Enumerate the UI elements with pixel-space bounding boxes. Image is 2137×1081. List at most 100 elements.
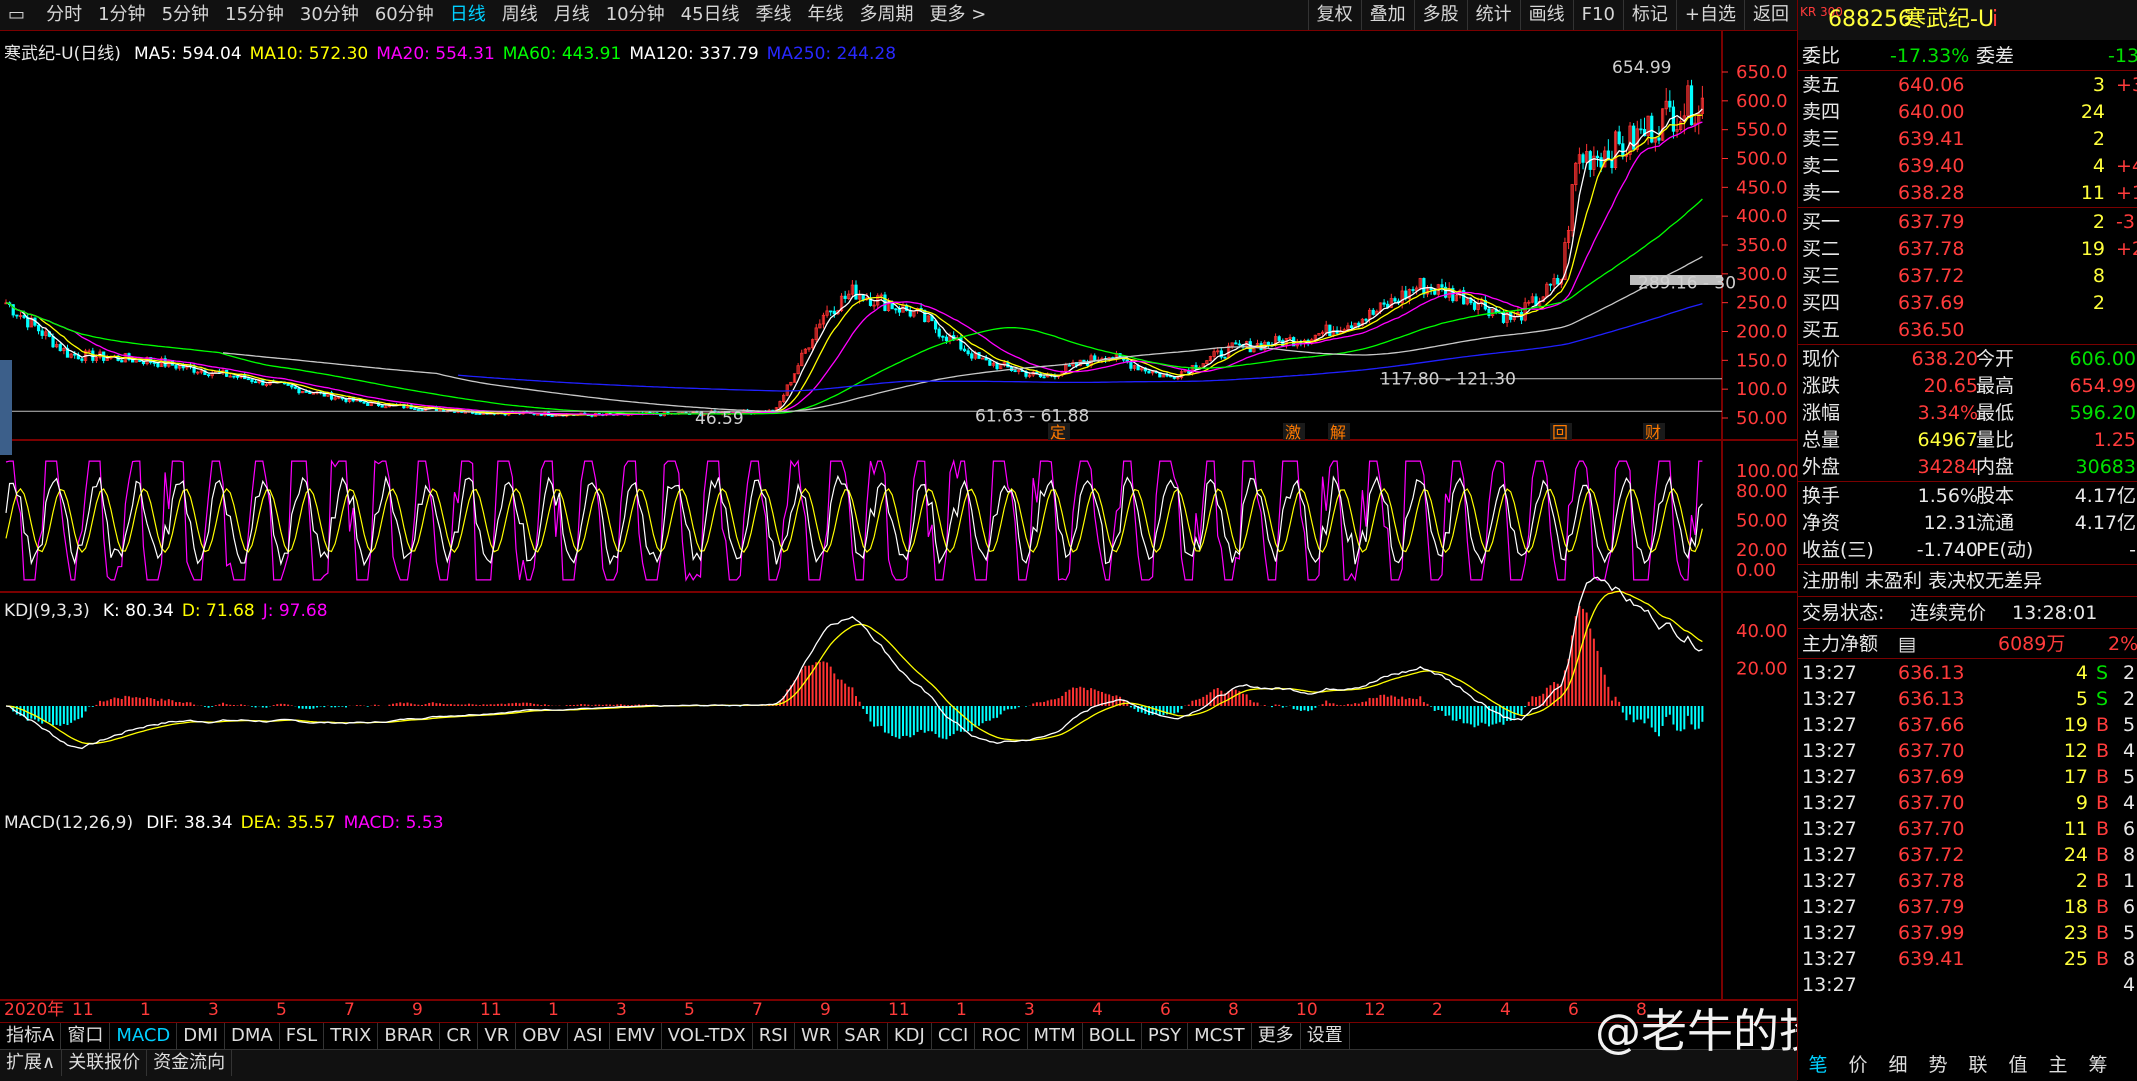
- quote-tab[interactable]: 值: [1998, 1050, 2038, 1080]
- indicator-tab[interactable]: ROC: [975, 1023, 1028, 1049]
- left-scroll-handle[interactable]: [0, 360, 12, 455]
- info-icon[interactable]: i: [1992, 6, 1998, 33]
- quote-tab[interactable]: 主: [2038, 1050, 2078, 1080]
- indicator-tab[interactable]: MACD: [110, 1023, 178, 1049]
- indicator-tab[interactable]: FSL: [280, 1023, 325, 1049]
- weidiff-value: -13: [2108, 45, 2137, 67]
- toolbar-button[interactable]: 多股: [1413, 0, 1467, 30]
- tick-time: 13:27: [1802, 870, 1857, 892]
- indicator-tab[interactable]: TRIX: [324, 1023, 379, 1049]
- toolbar-button[interactable]: +自选: [1675, 0, 1744, 30]
- event-marker[interactable]: 解: [1330, 423, 1346, 442]
- indicator-tab[interactable]: OBV: [516, 1023, 568, 1049]
- stat-value: 596.20: [2069, 402, 2136, 424]
- period-tab[interactable]: 10分钟: [598, 0, 673, 30]
- candle-body: [1223, 356, 1227, 359]
- price-annotation: 46.59: [695, 409, 744, 429]
- indicator-tab[interactable]: MCST: [1188, 1023, 1252, 1049]
- stock-name: 寒武纪-U: [1904, 7, 1995, 32]
- indicator-tab[interactable]: CCI: [932, 1023, 976, 1049]
- indicator-tab[interactable]: VR: [478, 1023, 517, 1049]
- period-tab[interactable]: 月线: [546, 0, 598, 30]
- period-tab[interactable]: 60分钟: [367, 0, 442, 30]
- candle-body: [246, 378, 250, 381]
- date-tick-label: 5: [276, 1000, 287, 1020]
- period-tab[interactable]: 更多 >: [922, 0, 995, 30]
- indicator-value: J: 97.68: [262, 601, 328, 621]
- quote-row: 13:27 639.41 25 B 8: [1798, 946, 2137, 972]
- period-tab[interactable]: 30分钟: [292, 0, 367, 30]
- toolbar-button[interactable]: 统计: [1466, 0, 1520, 30]
- quote-tab[interactable]: 筹: [2078, 1050, 2118, 1080]
- indicator-tab[interactable]: DMI: [177, 1023, 225, 1049]
- toolbar-button[interactable]: 画线: [1519, 0, 1573, 30]
- chart-area[interactable]: 650.0 600.0 550.0 500.0 450.0 400.0 350.0 300.0…: [0, 30, 1797, 1022]
- tick-time: 13:27: [1802, 818, 1857, 840]
- period-tab[interactable]: 5分钟: [154, 0, 217, 30]
- tick-time: 13:27: [1802, 792, 1857, 814]
- toolbar-button[interactable]: 返回: [1744, 0, 1797, 30]
- indicator-tab[interactable]: MTM: [1028, 1023, 1083, 1049]
- period-tab[interactable]: 周线: [494, 0, 546, 30]
- stat-value: 30683: [2075, 456, 2136, 478]
- indicator-tab[interactable]: DMA: [225, 1023, 280, 1049]
- period-tab[interactable]: 年线: [800, 0, 852, 30]
- event-marker[interactable]: 激: [1285, 423, 1301, 442]
- extension-tab[interactable]: 扩展∧: [0, 1050, 63, 1076]
- indicator-tab[interactable]: 指标A: [0, 1023, 62, 1049]
- quote-tab[interactable]: 细: [1878, 1050, 1918, 1080]
- extension-tab[interactable]: 资金流向: [147, 1050, 233, 1076]
- period-tab[interactable]: 季线: [748, 0, 800, 30]
- quote-tab[interactable]: 势: [1918, 1050, 1958, 1080]
- indicator-tab[interactable]: 更多: [1252, 1023, 1301, 1049]
- quote-tab[interactable]: 笔: [1798, 1050, 1838, 1080]
- tick-count: 4: [2123, 974, 2136, 996]
- quote-tab[interactable]: 联: [1958, 1050, 1998, 1080]
- period-tab[interactable]: 1分钟: [90, 0, 153, 30]
- indicator-tab[interactable]: 设置: [1301, 1023, 1350, 1049]
- macd-tick-label: 20.00: [1736, 659, 1788, 680]
- indicator-tab[interactable]: PSY: [1142, 1023, 1189, 1049]
- indicator-value: MA5: 594.04: [133, 44, 242, 64]
- quote-row: 买三 637.72 8: [1798, 263, 2137, 290]
- stat-label: 流通: [1976, 512, 2015, 534]
- ask-price: 640.00: [1898, 101, 1965, 123]
- event-marker[interactable]: 财: [1645, 423, 1661, 442]
- date-tick-label: 9: [820, 1000, 831, 1020]
- candle-body: [80, 358, 84, 361]
- event-marker[interactable]: 定: [1050, 423, 1066, 442]
- candle-body: [297, 387, 301, 394]
- event-marker[interactable]: 回: [1552, 423, 1568, 442]
- period-tab[interactable]: 15分钟: [217, 0, 292, 30]
- period-tab[interactable]: 45日线: [673, 0, 748, 30]
- bid-volume: 8: [2092, 265, 2105, 287]
- candle-body: [1621, 143, 1625, 157]
- candle-body: [1556, 278, 1560, 285]
- indicator-tab[interactable]: EMV: [610, 1023, 662, 1049]
- candle-body: [1237, 343, 1242, 346]
- indicator-tab[interactable]: BOLL: [1083, 1023, 1142, 1049]
- indicator-tab[interactable]: KDJ: [888, 1023, 932, 1049]
- tick-price: 637.70: [1898, 818, 1965, 840]
- indicator-tab[interactable]: 窗口: [61, 1023, 111, 1049]
- indicator-tab[interactable]: BRAR: [378, 1023, 441, 1049]
- toolbar-menu-icon[interactable]: ▭: [0, 0, 33, 30]
- toolbar-button[interactable]: 标记: [1622, 0, 1676, 30]
- macd-header: MACD(12,26,9) DIF: 38.34 DEA: 35.57 MACD: …: [4, 813, 444, 833]
- indicator-tab[interactable]: ASI: [568, 1023, 610, 1049]
- extension-tab[interactable]: 关联报价: [62, 1050, 148, 1076]
- indicator-tab[interactable]: VOL-TDX: [662, 1023, 753, 1049]
- quote-tab[interactable]: 价: [1838, 1050, 1878, 1080]
- indicator-tab[interactable]: CR: [440, 1023, 479, 1049]
- period-tab[interactable]: 分时: [38, 0, 90, 30]
- indicator-tab[interactable]: WR: [795, 1023, 839, 1049]
- toolbar-button[interactable]: F10: [1572, 0, 1623, 30]
- toolbar-button[interactable]: 叠加: [1360, 0, 1414, 30]
- period-tab[interactable]: 多周期: [852, 0, 922, 30]
- toolbar-button[interactable]: 复权: [1307, 0, 1361, 30]
- indicator-tab[interactable]: RSI: [753, 1023, 795, 1049]
- candle-body: [1689, 85, 1694, 126]
- indicator-tab[interactable]: SAR: [838, 1023, 888, 1049]
- candle-body: [1581, 154, 1585, 163]
- period-tab[interactable]: 日线: [442, 0, 494, 30]
